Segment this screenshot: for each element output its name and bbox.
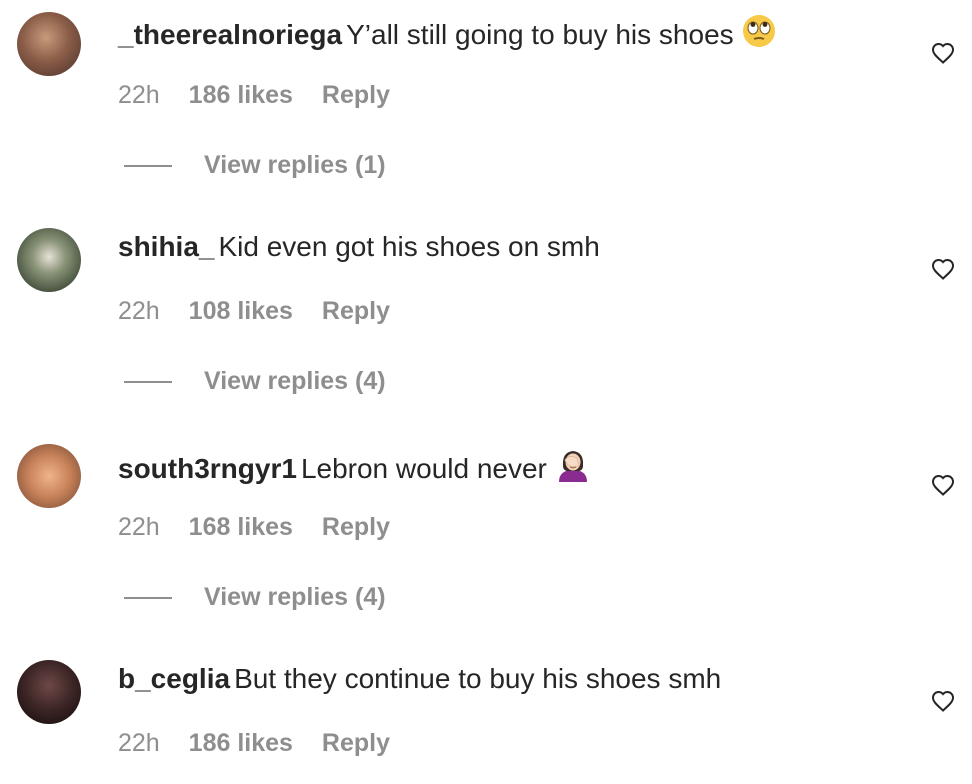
avatar[interactable] xyxy=(17,228,81,292)
username-link[interactable]: south3rngyr1 xyxy=(118,453,297,484)
comment-text: But they continue to buy his shoes smh xyxy=(234,663,722,694)
divider-line xyxy=(124,381,172,384)
comment-text: Lebron would never xyxy=(300,453,547,484)
face-with-rolling-eyes-icon xyxy=(742,14,776,56)
heart-icon[interactable] xyxy=(931,258,955,280)
timestamp: 22h xyxy=(118,513,160,541)
likes-count[interactable]: 186 likes xyxy=(189,728,293,758)
comment-item: _theerealnoriega Y’all still going to buy… xyxy=(0,12,972,179)
username-link[interactable]: shihia_ xyxy=(118,231,214,262)
comment-item: b_ceglia But they continue to buy his sho… xyxy=(0,660,972,760)
timestamp: 22h xyxy=(118,729,160,757)
divider-line xyxy=(124,597,172,600)
view-replies-label: View replies (4) xyxy=(204,367,386,395)
heart-icon[interactable] xyxy=(931,690,955,712)
view-replies-button[interactable]: View replies (1) xyxy=(124,150,386,180)
view-replies-button[interactable]: View replies (4) xyxy=(124,366,386,396)
reply-button[interactable]: Reply xyxy=(322,512,390,542)
comment-item: south3rngyr1 Lebron would never 22h 168 l… xyxy=(0,444,972,611)
reply-button[interactable]: Reply xyxy=(322,80,390,110)
comment-meta: 22h 186 likes Reply xyxy=(118,728,390,758)
username-link[interactable]: b_ceglia xyxy=(118,663,230,694)
comment-item: shihia_ Kid even got his shoes on smh 22h… xyxy=(0,228,972,395)
avatar[interactable] xyxy=(17,12,81,76)
timestamp: 22h xyxy=(118,297,160,325)
divider-line xyxy=(124,165,172,168)
comment-body: b_ceglia But they continue to buy his sho… xyxy=(118,662,721,696)
username-link[interactable]: _theerealnoriega xyxy=(118,19,342,50)
avatar[interactable] xyxy=(17,660,81,724)
likes-count[interactable]: 168 likes xyxy=(189,512,293,542)
reply-button[interactable]: Reply xyxy=(322,728,390,758)
comment-meta: 22h 108 likes Reply xyxy=(118,296,390,326)
comment-meta: 22h 168 likes Reply xyxy=(118,512,390,542)
timestamp: 22h xyxy=(118,81,160,109)
comment-meta: 22h 186 likes Reply xyxy=(118,80,390,110)
avatar[interactable] xyxy=(17,444,81,508)
comment-body: south3rngyr1 Lebron would never xyxy=(118,446,591,490)
heart-icon[interactable] xyxy=(931,474,955,496)
reply-button[interactable]: Reply xyxy=(322,296,390,326)
heart-icon[interactable] xyxy=(931,42,955,64)
comment-body: shihia_ Kid even got his shoes on smh xyxy=(118,230,600,264)
comment-body: _theerealnoriega Y’all still going to buy… xyxy=(118,14,776,56)
likes-count[interactable]: 108 likes xyxy=(189,296,293,326)
comment-text: Kid even got his shoes on smh xyxy=(218,231,600,262)
woman-facepalming-icon xyxy=(555,446,591,490)
view-replies-button[interactable]: View replies (4) xyxy=(124,582,386,612)
view-replies-label: View replies (4) xyxy=(204,583,386,611)
comment-text: Y’all still going to buy his shoes xyxy=(346,19,734,50)
view-replies-label: View replies (1) xyxy=(204,151,386,179)
likes-count[interactable]: 186 likes xyxy=(189,80,293,110)
